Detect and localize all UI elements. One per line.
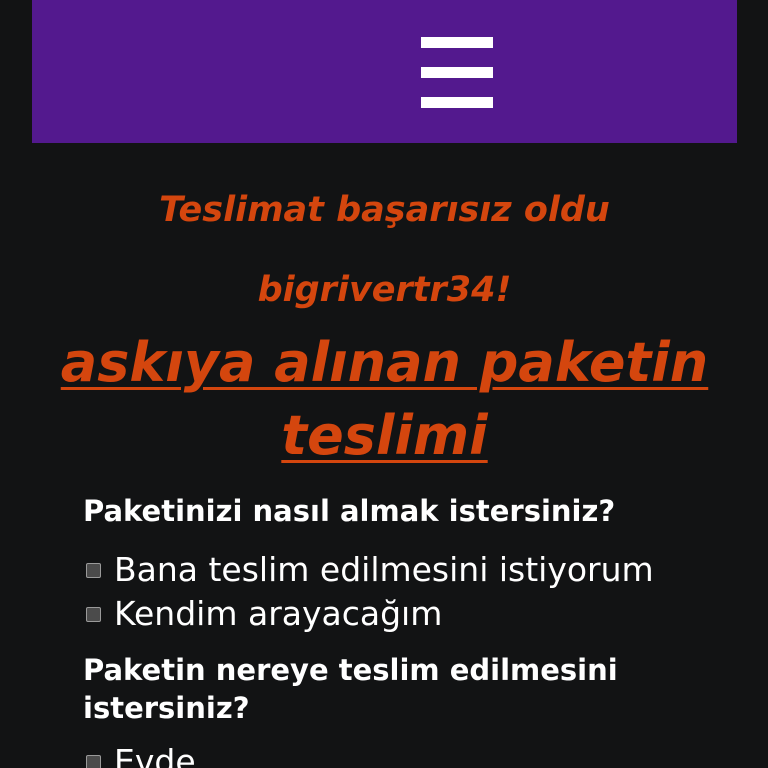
checkbox[interactable] [86,562,101,578]
option-deliver-to-me[interactable]: Bana teslim edilmesini istiyorum [86,550,654,590]
option-pick-up-myself[interactable]: Kendim arayacağım [86,594,442,634]
option-at-home[interactable]: Evde [86,742,196,768]
menu-bar-line [421,67,493,78]
option-label: Evde [114,742,196,768]
menu-bar-line [421,37,493,48]
checkbox[interactable] [86,606,101,622]
checkbox[interactable] [86,754,101,768]
option-label: Kendim arayacağım [114,594,443,633]
hamburger-menu-icon[interactable] [421,37,493,108]
menu-bar-line [421,97,493,108]
delivery-failed-heading: Teslimat başarısız oldu [159,190,610,230]
username-heading: bigrivertr34! [257,270,512,310]
question-how-to-receive: Paketinizi nasıl almak istersiniz? [83,494,616,528]
top-header-bar [32,0,737,143]
page: Teslimat başarısız oldu bigrivertr34! as… [0,0,768,768]
option-label: Bana teslim edilmesini istiyorum [114,550,654,589]
suspended-package-title[interactable]: askıya alınan paketin teslimi [32,326,737,472]
question-delivery-location: Paketin nereye teslim edilmesini istersi… [83,653,618,725]
